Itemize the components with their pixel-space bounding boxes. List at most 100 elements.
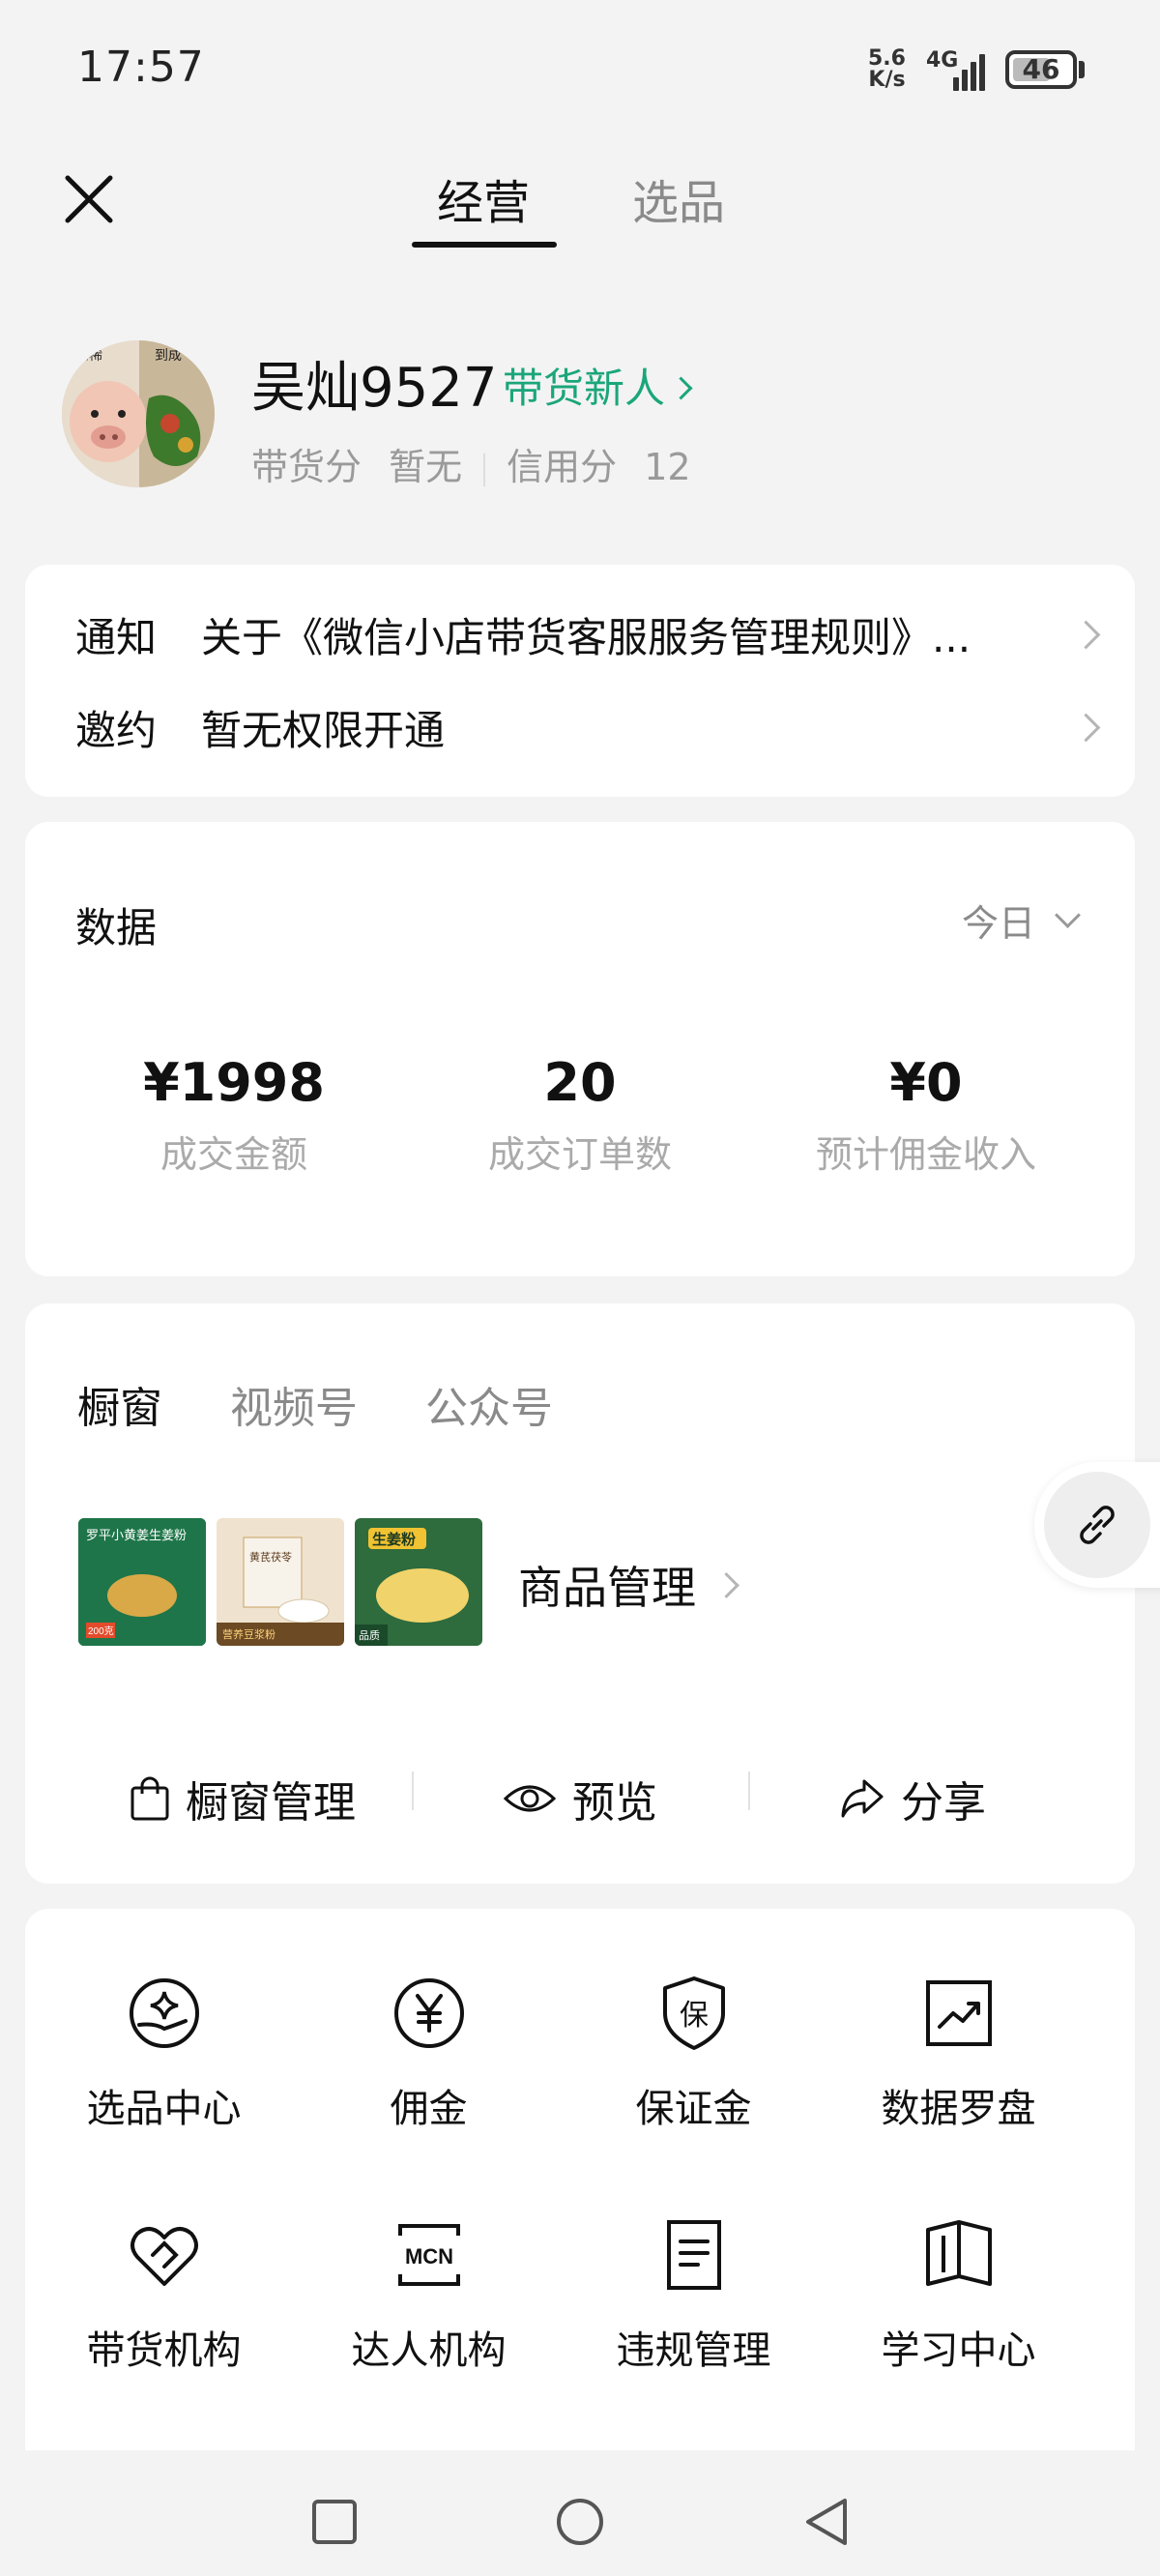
battery-tip	[1079, 61, 1085, 78]
product-thumbnail[interactable]: 生姜粉 品质	[355, 1518, 482, 1646]
metric-commission[interactable]: ¥0 预计佣金收入	[742, 1052, 1110, 1178]
divider	[483, 453, 486, 486]
notice-row[interactable]: 通知 关于《微信小店带货客服服务管理规则》...	[75, 605, 1101, 664]
tab-showcase[interactable]: 橱窗	[77, 1373, 162, 1435]
tab-channels[interactable]: 视频号	[230, 1373, 358, 1435]
document-icon	[666, 2220, 721, 2290]
trend-chart-icon	[925, 1980, 992, 2046]
seller-level-link[interactable]: 带货新人	[503, 356, 693, 415]
product-title: 罗平小黄姜生姜粉	[86, 1528, 187, 1542]
product-tag: 200克	[88, 1625, 114, 1637]
product-management-link[interactable]: 商品管理	[518, 1553, 740, 1617]
back-triangle-icon[interactable]	[802, 2495, 853, 2549]
system-nav-bar	[0, 2452, 1160, 2576]
product-title: 黄芪茯苓	[249, 1550, 292, 1564]
signal-icon	[953, 50, 992, 91]
network-speed: 5.6 K/s	[868, 48, 906, 91]
notice-text: 关于《微信小店带货客服服务管理规则》...	[201, 614, 972, 661]
product-management-label: 商品管理	[518, 1562, 696, 1614]
chevron-right-icon	[1071, 620, 1101, 650]
metric-label: 成交订单数	[487, 1133, 672, 1176]
product-thumbnail[interactable]: 罗平小黄姜生姜粉 200克	[78, 1518, 206, 1646]
grid-item-deposit[interactable]: 保 保证金	[555, 1975, 832, 2133]
share-icon	[841, 1779, 884, 1818]
tab-operation[interactable]: 经营	[437, 164, 530, 232]
grid-label: 带货机构	[86, 2328, 242, 2373]
eye-icon	[503, 1785, 557, 1812]
invite-row[interactable]: 邀约 暂无权限开通	[75, 698, 1101, 757]
battery-level: 46	[1022, 53, 1060, 85]
square-icon[interactable]	[311, 2499, 358, 2545]
sales-score-label: 带货分	[251, 446, 362, 488]
invite-text: 暂无权限开通	[201, 707, 446, 754]
notice-label: 通知	[75, 614, 158, 661]
grid-item-mcn[interactable]: MCN 达人机构	[290, 2216, 567, 2375]
book-icon	[925, 2220, 992, 2286]
credit-score-value: 12	[644, 446, 691, 488]
divider	[412, 1771, 414, 1810]
grid-label: 学习中心	[881, 2328, 1036, 2373]
grid-label: 选品中心	[86, 2087, 242, 2131]
product-tag: 品质	[359, 1629, 380, 1642]
grid-item-violation[interactable]: 违规管理	[555, 2216, 832, 2375]
grid-label: 佣金	[390, 2087, 468, 2131]
invite-label: 邀约	[75, 707, 158, 754]
metric-value: 20	[543, 1052, 617, 1113]
avatar-text-left: 和稀	[75, 347, 102, 363]
product-tag: 营养豆浆粉	[222, 1627, 276, 1641]
metric-label: 成交金额	[160, 1133, 307, 1176]
product-thumbnail[interactable]: 黄芪茯苓 营养豆浆粉	[217, 1518, 344, 1646]
bag-icon	[130, 1776, 169, 1821]
showcase-management-button[interactable]: 橱窗管理	[130, 1768, 356, 1830]
grid-label: 违规管理	[616, 2328, 771, 2373]
chevron-right-icon	[669, 376, 693, 400]
network-speed-value: 5.6	[868, 46, 906, 71]
metric-gmv[interactable]: ¥1998 成交金额	[50, 1052, 418, 1178]
grid-item-data-compass[interactable]: 数据罗盘	[820, 1975, 1097, 2133]
grid-item-product-center[interactable]: 选品中心	[25, 1975, 303, 2133]
mcn-icon: MCN	[397, 2224, 460, 2286]
action-label: 橱窗管理	[186, 1778, 356, 1828]
user-name: 吴灿9527	[251, 357, 498, 420]
action-label: 预览	[572, 1778, 657, 1828]
close-icon[interactable]	[62, 172, 116, 226]
divider	[748, 1771, 750, 1810]
profile-scores: 带货分 暂无 信用分 12	[251, 437, 691, 490]
network-speed-unit: K/s	[868, 68, 906, 92]
credit-score-label: 信用分	[507, 446, 618, 488]
metric-value: ¥1998	[143, 1052, 325, 1113]
share-button[interactable]: 分享	[839, 1768, 986, 1830]
data-title: 数据	[75, 904, 158, 951]
data-card: 数据 今日 ¥1998 成交金额 20 成交订单数 ¥0 预计佣金收入	[25, 822, 1135, 1276]
status-time: 17:57	[77, 43, 205, 92]
active-tab-indicator	[412, 242, 557, 248]
mcn-glyph: MCN	[404, 2244, 452, 2269]
grid-item-learning[interactable]: 学习中心	[820, 2216, 1097, 2375]
seller-level-label: 带货新人	[503, 365, 666, 412]
grid-label: 数据罗盘	[881, 2087, 1036, 2131]
date-range-select[interactable]: 今日	[962, 893, 1081, 947]
avatar[interactable]: 和稀 到成	[62, 340, 215, 487]
notice-card: 通知 关于《微信小店带货客服服务管理规则》... 邀约 暂无权限开通	[25, 565, 1135, 797]
grid-item-commission[interactable]: 佣金	[290, 1975, 567, 2133]
metric-orders[interactable]: 20 成交订单数	[396, 1052, 764, 1178]
floating-link-button[interactable]	[1034, 1462, 1160, 1588]
preview-button[interactable]: 预览	[503, 1768, 657, 1830]
avatar-text-right: 到成	[155, 347, 182, 363]
shield-bao-icon: 保	[662, 1976, 725, 2050]
tab-official-account[interactable]: 公众号	[425, 1373, 553, 1435]
circle-icon[interactable]	[555, 2497, 605, 2547]
chevron-right-icon	[713, 1571, 740, 1598]
sales-score-value: 暂无	[389, 446, 463, 488]
grid-item-sales-agency[interactable]: 带货机构	[25, 2216, 303, 2375]
chevron-right-icon	[1071, 713, 1101, 743]
metric-value: ¥0	[889, 1052, 963, 1113]
yen-circle-icon	[393, 1978, 464, 2048]
feature-grid-card: 选品中心 佣金 保 保证金 数据罗盘 带货机构 MCN 达人机构 违规管理 学习…	[25, 1909, 1135, 2450]
product-title: 生姜粉	[372, 1531, 416, 1548]
showcase-card: 橱窗 视频号 公众号 罗平小黄姜生姜粉 200克 黄芪茯苓 营养豆浆粉 生姜粉 …	[25, 1303, 1135, 1884]
grid-label: 达人机构	[351, 2328, 507, 2373]
tab-product-selection[interactable]: 选品	[632, 164, 725, 232]
grid-label: 保证金	[635, 2087, 752, 2131]
heart-handshake-icon	[130, 2227, 198, 2286]
